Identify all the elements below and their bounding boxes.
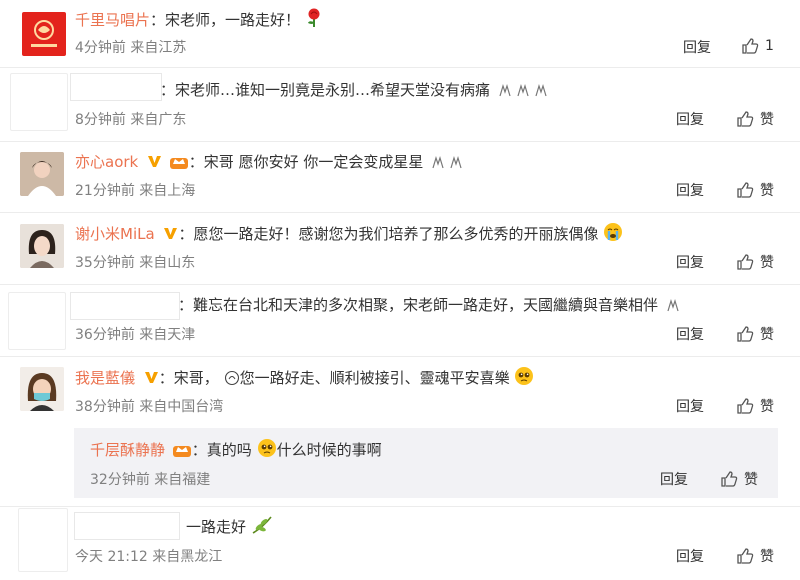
- reply-button[interactable]: 回复: [683, 38, 711, 58]
- comment-text: ：宋哥 愿你安好 你一定会变成星星: [188, 153, 424, 171]
- avatar[interactable]: [20, 152, 64, 196]
- username[interactable]: 千层酥静静: [90, 441, 165, 459]
- like-label: 赞: [744, 472, 758, 488]
- thumbs-up-icon: [737, 548, 754, 564]
- avatar[interactable]: [10, 73, 68, 131]
- thumbs-up-icon: [737, 111, 754, 127]
- like-label: 赞: [760, 549, 774, 565]
- divider: [0, 212, 800, 213]
- divider: [0, 67, 800, 68]
- comment-text: 您一路好走、順利被接引、靈魂平安喜樂: [239, 369, 510, 387]
- comment-meta: 38分钟前 来自中国台湾: [75, 399, 224, 415]
- v-badge-icon: [144, 372, 158, 383]
- avatar[interactable]: [22, 12, 66, 56]
- reply-button[interactable]: 回复: [676, 397, 704, 417]
- pray-icon: [450, 156, 462, 169]
- crown-badge-icon: [172, 446, 191, 457]
- like-button[interactable]: 赞: [736, 396, 774, 416]
- comment-text: ：宋老师…谁知一别竟是永别…希望天堂没有病痛: [160, 81, 491, 99]
- circled-symbol-icon: [224, 370, 239, 386]
- thumbs-up-icon: [721, 471, 738, 487]
- comment-text: 什么时候的事啊: [276, 441, 382, 459]
- divider: [0, 284, 800, 285]
- sub-reply: 千层酥静静 ：真的吗 什么时候的事啊 32分钟前 来自福建 回复 赞: [74, 428, 778, 498]
- thumbs-up-icon: [737, 326, 754, 342]
- comment-text: 一路走好: [186, 518, 247, 536]
- username[interactable]: 谢小米MiLa: [75, 225, 155, 243]
- crying-face-icon: [604, 223, 623, 241]
- like-label: 赞: [760, 327, 774, 343]
- reply-button[interactable]: 回复: [676, 110, 704, 130]
- thumbs-up-icon: [737, 254, 754, 270]
- pray-icon: [499, 84, 511, 97]
- divider: [0, 506, 800, 507]
- comment-meta: 32分钟前 来自福建: [90, 472, 211, 488]
- pray-icon: [517, 84, 529, 97]
- like-count: 1: [765, 38, 774, 54]
- avatar[interactable]: [8, 292, 66, 350]
- avatar[interactable]: [20, 224, 64, 268]
- comment-meta: 4分钟前 来自江苏: [75, 40, 187, 56]
- like-label: 赞: [760, 112, 774, 128]
- divider: [0, 356, 800, 357]
- v-badge-icon: [164, 228, 178, 239]
- pleading-face-icon: [257, 439, 276, 457]
- like-label: 赞: [760, 255, 774, 271]
- reply-button[interactable]: 回复: [676, 547, 704, 567]
- reply-button[interactable]: 回复: [660, 470, 688, 490]
- comment-text: ：宋哥，: [158, 369, 219, 387]
- pray-icon: [667, 299, 679, 312]
- comment-meta: 21分钟前 来自上海: [75, 183, 196, 199]
- like-label: 赞: [760, 399, 774, 415]
- comment-text: ：真的吗: [191, 441, 252, 459]
- crown-badge-icon: [169, 158, 188, 169]
- like-button[interactable]: 1: [741, 37, 774, 55]
- reply-button[interactable]: 回复: [676, 325, 704, 345]
- username[interactable]: 亦心aork: [75, 153, 138, 171]
- pray-icon: [535, 84, 547, 97]
- username[interactable]: 我是藍儀: [75, 369, 135, 387]
- comment-meta: 今天 21:12 来自黑龙江: [75, 549, 223, 565]
- pray-icon: [432, 156, 444, 169]
- rose-icon: [305, 8, 323, 34]
- like-button[interactable]: 赞: [736, 109, 774, 129]
- thumbs-up-icon: [742, 38, 759, 54]
- comment-meta: 8分钟前 来自广东: [75, 112, 187, 128]
- comment-text: ：難忘在台北和天津的多次相聚，宋老師一路走好，天國繼續與音樂相伴: [178, 296, 659, 314]
- v-badge-icon: [148, 156, 162, 167]
- thumbs-up-icon: [737, 182, 754, 198]
- username-mask: [70, 73, 162, 101]
- comment-text: ：愿您一路走好！感谢您为我们培养了那么多优秀的开丽族偶像: [178, 225, 599, 243]
- username[interactable]: 千里马唱片: [75, 11, 150, 29]
- like-button[interactable]: 赞: [736, 252, 774, 272]
- reply-button[interactable]: 回复: [676, 253, 704, 273]
- avatar[interactable]: [18, 508, 68, 572]
- like-label: 赞: [760, 183, 774, 199]
- olive-branch-icon: [252, 516, 272, 534]
- like-button[interactable]: 赞: [720, 469, 758, 489]
- avatar[interactable]: [20, 367, 64, 411]
- pleading-face-icon: [515, 367, 534, 385]
- username-mask: [74, 512, 180, 540]
- divider: [0, 141, 800, 142]
- username-mask: [70, 292, 180, 320]
- thumbs-up-icon: [737, 398, 754, 414]
- comment-text: ：宋老师，一路走好！: [150, 11, 301, 29]
- reply-button[interactable]: 回复: [676, 181, 704, 201]
- comment-meta: 35分钟前 来自山东: [75, 255, 196, 271]
- like-button[interactable]: 赞: [736, 324, 774, 344]
- comment-meta: 36分钟前 来自天津: [75, 327, 196, 343]
- like-button[interactable]: 赞: [736, 180, 774, 200]
- like-button[interactable]: 赞: [736, 546, 774, 566]
